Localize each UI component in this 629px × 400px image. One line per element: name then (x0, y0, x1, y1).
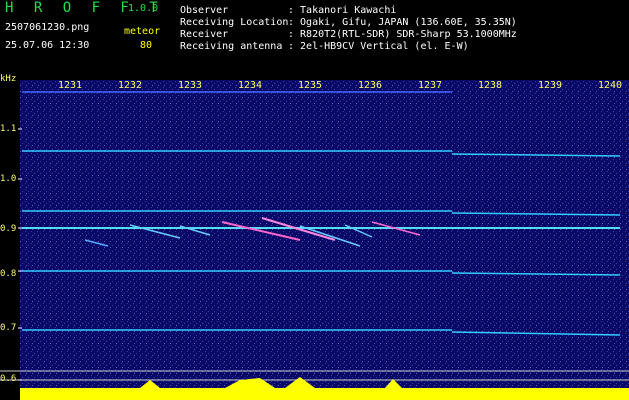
antenna-label: Receiving antenna (180, 41, 283, 52)
observer-value: : Takanori Kawachi (288, 5, 397, 16)
antenna-value: : 2el-HB9CV Vertical (el. E-W) (288, 41, 469, 52)
y-tick-label: 0.6 (0, 374, 17, 384)
y-tick-label: 0.8 (0, 269, 17, 279)
location-label: Receiving Location (180, 17, 289, 28)
meteor-label: meteor (124, 26, 161, 37)
x-tick-label: 1231 (58, 80, 83, 91)
location-value: : Ogaki, Gifu, JAPAN (136.60E, 35.35N) (288, 17, 517, 28)
date-time: 25.07.06 12:30 (5, 40, 90, 51)
x-tick-label: 1233 (178, 80, 203, 91)
file-name: 2507061230.png (5, 22, 90, 33)
signal-strength-bars (20, 388, 629, 400)
x-tick-label: 1235 (298, 80, 323, 91)
x-tick-label: 1232 (118, 80, 143, 91)
receiver-value: : R820T2(RTL-SDR) SDR-Sharp 53.1000MHz (288, 29, 517, 40)
y-tick-label: 1.1 (0, 124, 17, 134)
app-version: 1.0.0 (128, 3, 159, 14)
y-tick-label: 1.0 (0, 174, 17, 184)
spectrogram (0, 80, 629, 400)
x-tick-label: 1237 (418, 80, 443, 91)
x-tick-label: 1240 (598, 80, 623, 91)
observer-label: Observer (180, 5, 229, 16)
x-tick-label: 1236 (358, 80, 383, 91)
x-tick-label: 1234 (238, 80, 263, 91)
x-tick-label: 1239 (538, 80, 563, 91)
meteor-count: 80 (140, 40, 153, 51)
y-tick-label: 0.9 (0, 224, 17, 234)
y-axis-unit: kHz (0, 74, 17, 84)
header-panel: H R O F F T 1.0.0 2507061230.png 25.07.0… (0, 0, 629, 80)
waterfall-background (20, 80, 629, 390)
receiver-label: Receiver (180, 29, 229, 40)
y-tick-label: 0.7 (0, 323, 17, 333)
x-tick-label: 1238 (478, 80, 503, 91)
